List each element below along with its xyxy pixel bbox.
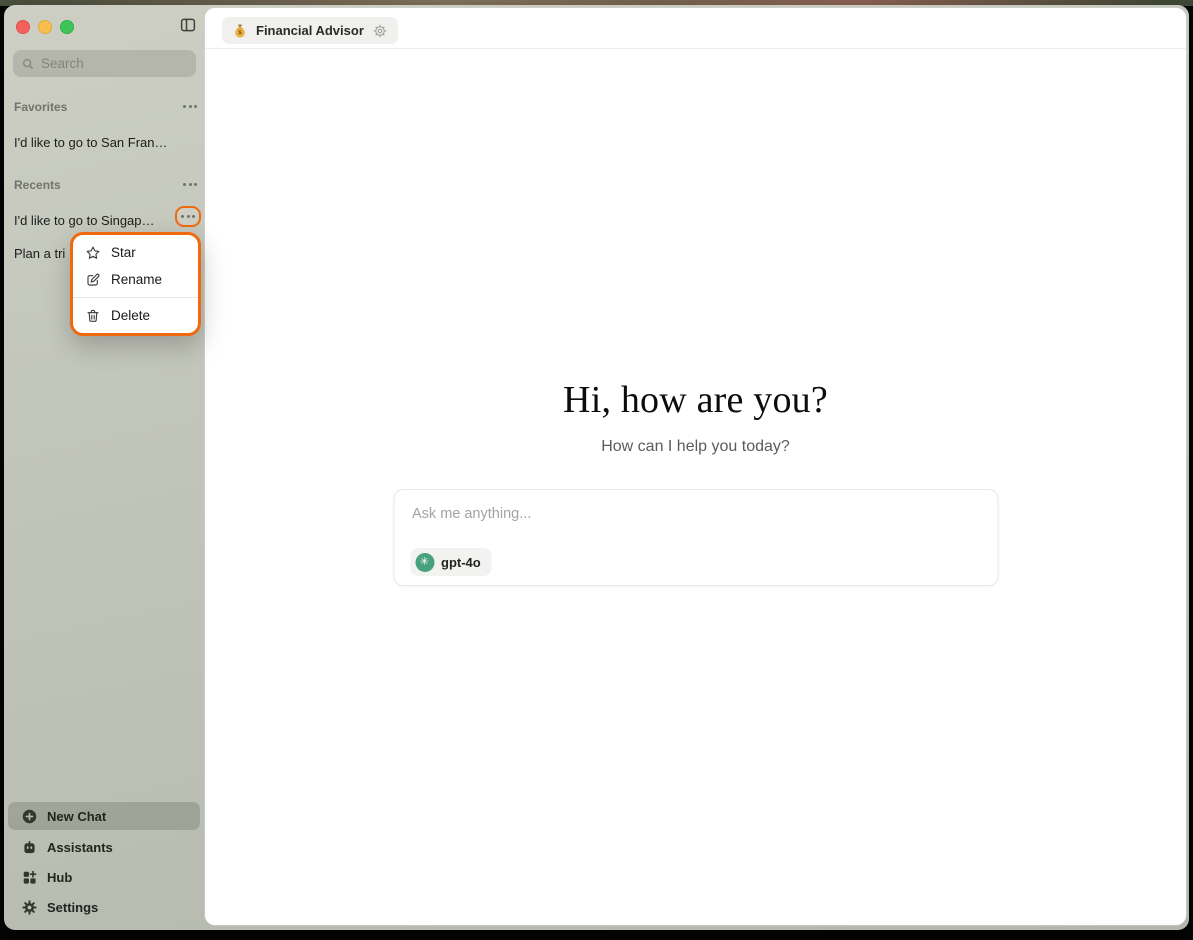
context-menu-divider — [73, 297, 198, 298]
robot-icon — [21, 839, 38, 856]
window-controls — [16, 20, 74, 34]
search-input[interactable]: Search — [13, 50, 196, 77]
grid-plus-icon — [21, 869, 38, 886]
context-menu-rename[interactable]: Rename — [73, 266, 198, 293]
tab-title: Financial Advisor — [256, 23, 364, 38]
greeting-title: Hi, how are you? — [205, 378, 1186, 422]
close-window-button[interactable] — [16, 20, 30, 34]
message-composer: ✳ gpt-4o — [393, 489, 998, 586]
trash-icon — [85, 308, 101, 324]
money-bag-icon: $ — [232, 23, 248, 39]
favorites-section-header: Favorites — [4, 99, 205, 117]
greeting-subtitle: How can I help you today? — [205, 438, 1186, 456]
star-icon — [85, 245, 101, 261]
openai-icon: ✳ — [415, 553, 434, 572]
recents-label: Recents — [14, 178, 61, 192]
ellipsis-icon — [181, 215, 195, 218]
plus-circle-icon — [21, 808, 38, 825]
sidebar: Search Favorites I'd like to go to San F… — [4, 5, 205, 930]
pencil-icon — [85, 272, 101, 288]
sidebar-item-new-chat[interactable]: New Chat — [8, 802, 200, 830]
tab-financial-advisor[interactable]: $ Financial Advisor — [222, 17, 398, 44]
minimize-window-button[interactable] — [38, 20, 52, 34]
recents-section-header: Recents — [4, 177, 205, 195]
assistant-settings-gear-icon[interactable] — [372, 23, 388, 39]
favorites-label: Favorites — [14, 100, 67, 114]
chat-item-singapore[interactable]: I'd like to go to Singap… — [4, 210, 205, 234]
search-placeholder: Search — [41, 56, 84, 71]
favorites-menu-icon[interactable] — [183, 105, 197, 108]
svg-text:$: $ — [238, 29, 242, 36]
model-name: gpt-4o — [441, 555, 481, 570]
chat-item-options-button[interactable] — [175, 206, 201, 227]
context-menu-star[interactable]: Star — [73, 239, 198, 266]
sidebar-item-settings[interactable]: Settings — [8, 893, 200, 921]
tab-bar: $ Financial Advisor — [205, 8, 1186, 49]
zoom-window-button[interactable] — [60, 20, 74, 34]
sidebar-item-hub[interactable]: Hub — [8, 863, 200, 891]
context-menu-delete[interactable]: Delete — [73, 302, 198, 329]
greeting-block: Hi, how are you? How can I help you toda… — [205, 378, 1186, 456]
recents-menu-icon[interactable] — [183, 183, 197, 186]
model-selector-chip[interactable]: ✳ gpt-4o — [410, 548, 492, 576]
gear-icon — [21, 899, 38, 916]
message-input[interactable] — [394, 490, 997, 536]
sidebar-item-assistants[interactable]: Assistants — [8, 833, 200, 861]
chat-item-san-francisco[interactable]: I'd like to go to San Fran… — [4, 132, 205, 156]
chat-main-panel: $ Financial Advisor Hi, how are you? How… — [205, 8, 1186, 925]
chat-context-menu: Star Rename Delete — [70, 232, 201, 336]
search-icon — [21, 57, 35, 71]
app-window: Search Favorites I'd like to go to San F… — [4, 5, 1189, 930]
toggle-sidebar-icon[interactable] — [179, 16, 199, 36]
